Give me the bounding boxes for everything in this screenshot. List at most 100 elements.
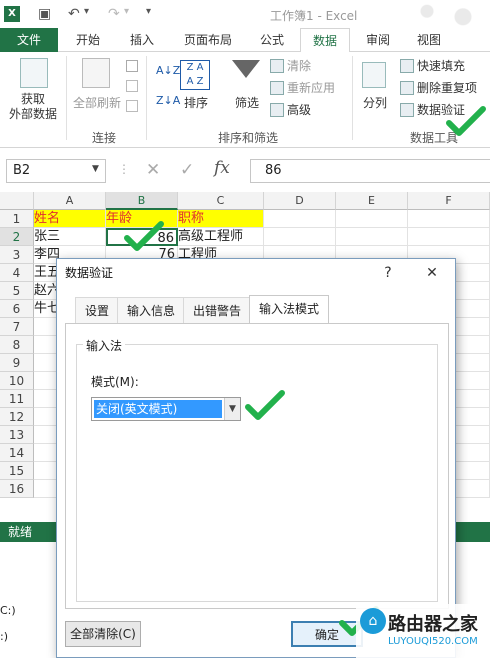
refresh-all-button[interactable]: 全部刷新 bbox=[68, 94, 126, 111]
reapply-button[interactable]: 重新应用 bbox=[270, 78, 335, 98]
remove-duplicates-button[interactable]: 删除重复项 bbox=[400, 78, 477, 98]
advanced-label: 高级 bbox=[287, 103, 312, 117]
advanced-filter-button[interactable]: 高级 bbox=[270, 100, 311, 120]
row-header[interactable]: 12 bbox=[0, 408, 34, 426]
excel-app-icon[interactable]: X bbox=[4, 6, 20, 22]
column-header[interactable]: F bbox=[408, 192, 490, 210]
get-external-data-button[interactable]: 获取 外部数据 bbox=[2, 92, 64, 122]
row-header[interactable]: 13 bbox=[0, 426, 34, 444]
row-header[interactable]: 7 bbox=[0, 318, 34, 336]
text-to-columns-button[interactable]: 分列 bbox=[358, 94, 392, 111]
tab-settings[interactable]: 设置 bbox=[75, 297, 120, 323]
name-box-dropdown-icon[interactable]: ▼ bbox=[92, 164, 99, 174]
tab-home[interactable]: 开始 bbox=[64, 28, 112, 52]
data-validation-icon bbox=[400, 103, 414, 117]
tab-data[interactable]: 数据 bbox=[300, 28, 350, 53]
title-decoration bbox=[400, 0, 490, 28]
clear-filter-button[interactable]: 清除 bbox=[270, 56, 311, 76]
column-header[interactable]: A bbox=[34, 192, 106, 210]
separator bbox=[66, 56, 67, 140]
row-header[interactable]: 15 bbox=[0, 462, 34, 480]
row-header[interactable]: 11 bbox=[0, 390, 34, 408]
remove-duplicates-icon bbox=[400, 81, 414, 95]
undo-icon[interactable]: ↶ bbox=[68, 6, 80, 22]
sort-dialog-icon: Z AA Z bbox=[180, 60, 210, 90]
grid-cell[interactable] bbox=[408, 210, 490, 228]
tab-insert[interactable]: 插入 bbox=[118, 28, 166, 52]
grid-cell[interactable] bbox=[336, 228, 408, 246]
grid-cell[interactable] bbox=[264, 228, 336, 246]
help-button[interactable]: ? bbox=[377, 263, 399, 283]
watermark-url: LUYOUQI520.COM bbox=[388, 636, 478, 647]
ribbon-data: 获取 外部数据 全部刷新 连接 A↓Z Z↓A Z AA Z 排序 筛选 清除 … bbox=[0, 52, 490, 148]
mode-select[interactable]: 关闭(英文模式) ▼ bbox=[91, 397, 241, 421]
green-check-icon bbox=[245, 389, 285, 423]
clear-all-button[interactable]: 全部清除(C) bbox=[65, 621, 141, 647]
group-connections-label: 连接 bbox=[92, 131, 117, 145]
filter-button[interactable]: 筛选 bbox=[228, 94, 266, 111]
properties-icon[interactable] bbox=[126, 80, 138, 92]
clear-label: 清除 bbox=[287, 59, 312, 73]
row-header[interactable]: 9 bbox=[0, 354, 34, 372]
insert-function-icon[interactable]: fx bbox=[214, 158, 230, 178]
window-title: 工作簿1 - Excel bbox=[270, 9, 358, 23]
grid-cell[interactable] bbox=[264, 210, 336, 228]
green-check-icon bbox=[124, 220, 164, 254]
select-all-corner[interactable] bbox=[0, 192, 34, 210]
advanced-icon bbox=[270, 103, 284, 117]
redo-dropdown-icon[interactable]: ▾ bbox=[124, 6, 129, 17]
row-header[interactable]: 16 bbox=[0, 480, 34, 498]
tab-view[interactable]: 视图 bbox=[406, 28, 452, 52]
tab-ime-mode[interactable]: 输入法模式 bbox=[249, 295, 330, 324]
redo-icon[interactable]: ↷ bbox=[108, 6, 120, 22]
formula-input[interactable]: 86 bbox=[250, 159, 490, 183]
undo-dropdown-icon[interactable]: ▾ bbox=[84, 6, 89, 17]
customize-qat-icon[interactable]: ▾ bbox=[146, 6, 151, 17]
cell-c2[interactable]: 高级工程师 bbox=[178, 228, 264, 246]
chevron-down-icon[interactable]: ▼ bbox=[224, 398, 240, 420]
enter-icon[interactable]: ✓ bbox=[180, 160, 194, 180]
grid-cell[interactable] bbox=[408, 228, 490, 246]
column-header[interactable]: D bbox=[264, 192, 336, 210]
row-header[interactable]: 14 bbox=[0, 444, 34, 462]
sort-az-icon[interactable]: A↓Z bbox=[156, 64, 180, 77]
formula-bar: B2 ▼ ⋮ ✕ ✓ fx 86 bbox=[0, 152, 490, 190]
separator bbox=[352, 56, 353, 140]
cancel-icon[interactable]: ✕ bbox=[146, 160, 160, 180]
sort-za-icon[interactable]: Z↓A bbox=[156, 94, 180, 107]
save-icon[interactable]: ▣ bbox=[38, 6, 51, 22]
column-header[interactable]: C bbox=[178, 192, 264, 210]
row-header[interactable]: 8 bbox=[0, 336, 34, 354]
close-button[interactable]: ✕ bbox=[421, 263, 443, 283]
row-header[interactable]: 10 bbox=[0, 372, 34, 390]
ime-group-box: 输入法 模式(M): 关闭(英文模式) ▼ bbox=[76, 337, 438, 602]
tab-error-alert[interactable]: 出错警告 bbox=[183, 297, 252, 323]
row-header[interactable]: 4 bbox=[0, 264, 34, 282]
sort-button[interactable]: 排序 bbox=[180, 94, 212, 111]
green-check-icon bbox=[446, 104, 486, 140]
cell-c1[interactable]: 职称 bbox=[178, 210, 264, 228]
row-header[interactable]: 3 bbox=[0, 246, 34, 264]
cell-a1[interactable]: 姓名 bbox=[34, 210, 106, 228]
edit-links-icon[interactable] bbox=[126, 100, 138, 112]
row-header[interactable]: 6 bbox=[0, 300, 34, 318]
tab-file[interactable]: 文件 bbox=[0, 28, 58, 52]
text-to-columns-icon bbox=[362, 62, 386, 88]
row-header[interactable]: 2 bbox=[0, 228, 34, 246]
row-header[interactable]: 5 bbox=[0, 282, 34, 300]
flash-fill-icon bbox=[400, 59, 414, 73]
column-header[interactable]: E bbox=[336, 192, 408, 210]
tab-formulas[interactable]: 公式 bbox=[250, 28, 294, 52]
tab-page-layout[interactable]: 页面布局 bbox=[172, 28, 244, 52]
background-text: :) bbox=[0, 630, 8, 643]
more-icon: ⋮ bbox=[118, 162, 130, 176]
tab-review[interactable]: 审阅 bbox=[358, 28, 398, 52]
connections-icon[interactable] bbox=[126, 60, 138, 72]
grid-cell[interactable] bbox=[336, 210, 408, 228]
row-header[interactable]: 1 bbox=[0, 210, 34, 228]
cell-a2[interactable]: 张三 bbox=[34, 228, 106, 246]
tab-input-message[interactable]: 输入信息 bbox=[117, 297, 186, 323]
name-box[interactable]: B2 bbox=[6, 159, 106, 183]
column-header[interactable]: B bbox=[106, 192, 178, 210]
flash-fill-button[interactable]: 快速填充 bbox=[400, 56, 465, 76]
